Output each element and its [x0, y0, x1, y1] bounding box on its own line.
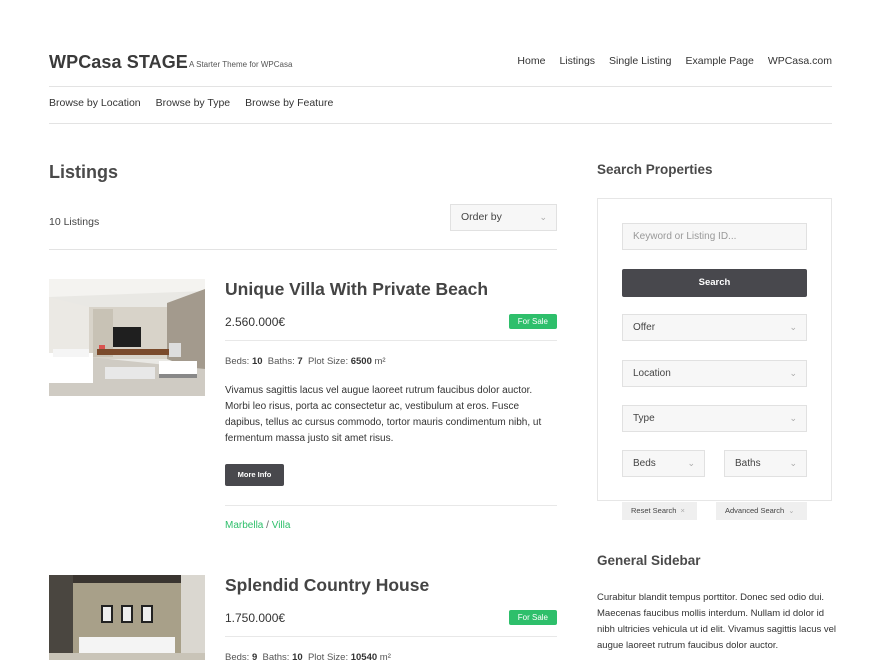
subnav-browse-feature[interactable]: Browse by Feature	[245, 97, 333, 109]
subnav-divider	[49, 123, 832, 124]
plot-value: 6500	[350, 356, 372, 367]
listing-count: 10 Listings	[49, 216, 100, 228]
chevron-down-icon: ⌄	[539, 212, 547, 222]
listing-title[interactable]: Splendid Country House	[225, 575, 429, 596]
general-sidebar-title: General Sidebar	[597, 553, 701, 568]
beds-value: 9	[251, 652, 258, 660]
listing-price: 1.750.000€	[225, 611, 286, 625]
listing-card: Unique Villa With Private Beach 2.560.00…	[49, 279, 557, 539]
subnav-browse-type[interactable]: Browse by Type	[156, 97, 231, 109]
site-header: WPCasa STAGE A Starter Theme for WPCasa …	[49, 50, 832, 74]
listing-title[interactable]: Unique Villa With Private Beach	[225, 279, 488, 300]
nav-listings[interactable]: Listings	[559, 55, 595, 67]
listing-divider	[225, 636, 557, 637]
offer-label: Offer	[633, 322, 656, 333]
order-by-select[interactable]: Order by ⌄	[450, 204, 557, 231]
beds-label: Beds:	[225, 652, 250, 660]
header-divider	[49, 86, 832, 87]
chevron-down-icon: ⌄	[789, 322, 797, 332]
listing-details: Beds: 10 Baths: 7 Plot Size: 6500 m²	[225, 356, 386, 367]
listing-tags: Marbella / Villa	[225, 520, 290, 531]
plot-unit: m²	[379, 652, 391, 660]
chevron-down-icon: ⌄	[687, 458, 695, 468]
beds-select[interactable]: Beds ⌄	[622, 450, 705, 477]
page-title: Listings	[49, 162, 119, 182]
plot-value: 10540	[350, 652, 378, 660]
reset-search-label: Reset Search	[631, 506, 677, 515]
listing-description: Vivamus sagittis lacus vel augue laoreet…	[225, 385, 542, 444]
sub-nav: Browse by Location Browse by Type Browse…	[49, 97, 333, 109]
type-select[interactable]: Type ⌄	[622, 405, 807, 432]
listing-price: 2.560.000€	[225, 315, 286, 329]
chevron-down-icon: ⌄	[789, 413, 797, 423]
location-label: Location	[633, 368, 671, 379]
listing-image[interactable]	[49, 575, 205, 660]
type-label: Type	[633, 413, 655, 424]
close-icon: ×	[680, 506, 685, 515]
site-tagline: A Starter Theme for WPCasa	[189, 60, 293, 69]
nav-single-listing[interactable]: Single Listing	[609, 55, 671, 67]
order-by-label: Order by	[461, 211, 502, 223]
baths-value: 10	[292, 652, 303, 660]
search-properties-title: Search Properties	[597, 162, 713, 177]
general-sidebar-text: Curabitur blandit tempus porttitor. Done…	[597, 592, 837, 651]
status-badge: For Sale	[508, 314, 557, 329]
subnav-browse-location[interactable]: Browse by Location	[49, 97, 141, 109]
chevron-down-icon: ⌄	[789, 368, 797, 378]
beds-select-label: Beds	[633, 458, 656, 469]
plot-label: Plot Size:	[307, 652, 349, 660]
beds-label: Beds:	[225, 356, 250, 367]
listing-image[interactable]	[49, 279, 205, 396]
reset-search-button[interactable]: Reset Search ×	[622, 502, 697, 520]
baths-select-label: Baths	[735, 458, 761, 469]
listings-divider	[49, 249, 557, 250]
chevron-down-icon: ⌄	[788, 506, 795, 515]
advanced-search-button[interactable]: Advanced Search ⌄	[716, 502, 807, 520]
chevron-down-icon: ⌄	[789, 458, 797, 468]
advanced-search-label: Advanced Search	[725, 506, 785, 515]
beds-value: 10	[251, 356, 263, 367]
site-brand[interactable]: WPCasa STAGE	[49, 52, 188, 73]
baths-select[interactable]: Baths ⌄	[724, 450, 807, 477]
listing-divider	[225, 340, 557, 341]
location-select[interactable]: Location ⌄	[622, 360, 807, 387]
more-info-button[interactable]: More Info	[225, 464, 284, 486]
tag-type[interactable]: Villa	[272, 520, 291, 531]
tag-location[interactable]: Marbella	[225, 520, 263, 531]
search-button[interactable]: Search	[622, 269, 807, 297]
plot-unit: m²	[374, 356, 386, 367]
listing-card: Splendid Country House 1.750.000€ For Sa…	[49, 575, 557, 660]
nav-wpcasa-com[interactable]: WPCasa.com	[768, 55, 832, 67]
baths-label: Baths:	[262, 652, 290, 660]
nav-home[interactable]: Home	[517, 55, 545, 67]
offer-select[interactable]: Offer ⌄	[622, 314, 807, 341]
main-nav: Home Listings Single Listing Example Pag…	[517, 55, 832, 67]
baths-label: Baths:	[267, 356, 295, 367]
baths-value: 7	[297, 356, 303, 367]
nav-example-page[interactable]: Example Page	[686, 55, 754, 67]
tag-separator: /	[266, 520, 269, 531]
listing-details: Beds: 9 Baths: 10 Plot Size: 10540 m²	[225, 652, 391, 660]
plot-label: Plot Size:	[307, 356, 349, 367]
keyword-input[interactable]: Keyword or Listing ID...	[622, 223, 807, 250]
status-badge: For Sale	[508, 610, 557, 625]
listing-divider	[225, 505, 557, 506]
